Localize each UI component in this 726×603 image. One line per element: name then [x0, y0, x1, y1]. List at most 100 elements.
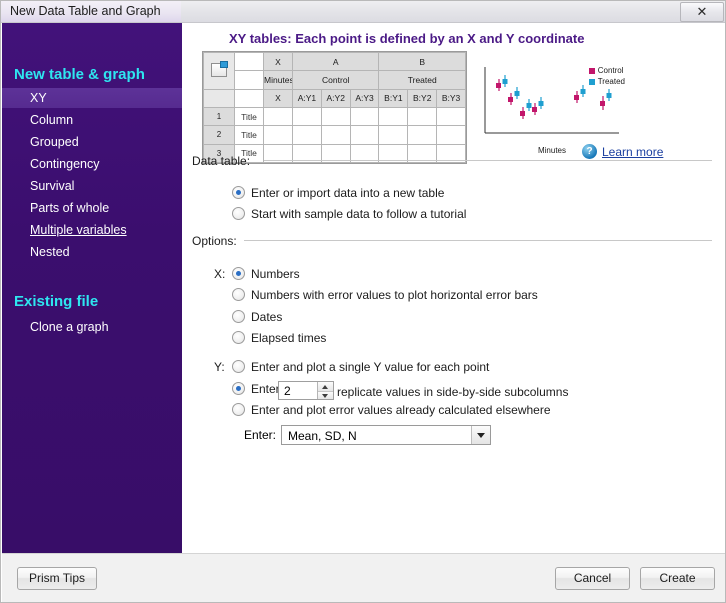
enter-select-label: Enter:	[244, 428, 277, 442]
radio-x-dates[interactable]: Dates	[232, 310, 282, 324]
radio-x-elapsed-times[interactable]: Elapsed times	[232, 331, 326, 345]
radio-label: Enter and plot a single Y value for each…	[251, 360, 490, 374]
prism-tips-button[interactable]: Prism Tips	[17, 567, 97, 590]
data-table-section-rule	[264, 160, 712, 161]
radio-icon	[232, 310, 245, 323]
options-section-label: Options:	[192, 234, 237, 248]
sidebar-item-grouped[interactable]: Grouped	[2, 132, 182, 152]
radio-icon	[232, 267, 245, 280]
row-title: Title	[234, 106, 264, 127]
legend-entry-control: Control	[588, 65, 625, 76]
radio-label: Start with sample data to follow a tutor…	[251, 207, 467, 221]
new-data-table-and-graph-dialog: New Data Table and Graph ✕ New table & g…	[0, 0, 726, 603]
preview-col-header: A:Y3	[349, 88, 380, 108]
stepper-buttons[interactable]	[317, 382, 333, 399]
sidebar-item-clone-a-graph[interactable]: Clone a graph	[2, 317, 182, 337]
sidebar-item-label: Grouped	[30, 135, 79, 149]
sidebar-header-new: New table & graph	[14, 66, 145, 83]
radio-y-single-value[interactable]: Enter and plot a single Y value for each…	[232, 360, 489, 374]
close-button[interactable]: ✕	[680, 2, 724, 22]
row-number: 1	[203, 106, 235, 127]
sidebar-item-nested[interactable]: Nested	[2, 242, 182, 262]
radio-y-replicates[interactable]: Enter	[232, 382, 280, 396]
radio-icon	[232, 403, 245, 416]
radio-label: Dates	[251, 310, 283, 324]
sheet-icon	[211, 60, 228, 77]
sidebar-item-label: Survival	[30, 179, 75, 193]
create-button[interactable]: Create	[640, 567, 715, 590]
radio-label: Numbers	[251, 267, 300, 281]
preview-col-group-b: B	[378, 51, 466, 72]
stepper-increment-button[interactable]	[318, 382, 333, 391]
sidebar-item-survival[interactable]: Survival	[2, 176, 182, 196]
options-section-rule	[244, 240, 712, 241]
preview-col-header: A:Y1	[292, 88, 322, 108]
radio-label: Enter or import data into a new table	[251, 186, 445, 200]
legend-swatch-icon	[588, 78, 595, 85]
radio-x-numbers-with-error-values[interactable]: Numbers with error values to plot horizo…	[232, 288, 538, 302]
replicate-count-stepper[interactable]: 2	[278, 381, 334, 400]
replicate-suffix-label: replicate values in side-by-side subcolu…	[337, 385, 569, 399]
sidebar-item-contingency[interactable]: Contingency	[2, 154, 182, 174]
radio-label: Numbers with error values to plot horizo…	[251, 288, 538, 302]
sidebar: New table & graph XY Column Grouped Cont…	[2, 23, 182, 553]
graph-legend: Control Treated	[588, 65, 625, 87]
data-table-section-label: Data table:	[192, 154, 251, 168]
learn-more-link[interactable]: Learn more	[602, 145, 663, 159]
sidebar-item-label: XY	[30, 91, 47, 105]
sidebar-item-label: Column	[30, 113, 74, 127]
radio-label: Elapsed times	[251, 331, 327, 345]
radio-icon	[232, 382, 245, 395]
cancel-button[interactable]: Cancel	[555, 567, 630, 590]
radio-icon	[232, 360, 245, 373]
stepper-decrement-button[interactable]	[318, 390, 333, 399]
sidebar-item-label: Clone a graph	[30, 320, 109, 334]
window-title: New Data Table and Graph	[10, 4, 161, 18]
legend-label: Treated	[597, 77, 625, 86]
radio-label: Enter	[251, 382, 280, 396]
title-bar: New Data Table and Graph ✕	[1, 1, 725, 23]
preview-col-header: B:Y1	[378, 88, 409, 108]
legend-entry-treated: Treated	[588, 76, 625, 87]
sidebar-item-label: Parts of whole	[30, 201, 110, 215]
radio-enter-or-import-data[interactable]: Enter or import data into a new table	[232, 186, 444, 200]
chevron-up-icon	[322, 385, 328, 389]
sidebar-item-label: Contingency	[30, 157, 100, 171]
sidebar-item-xy[interactable]: XY	[2, 88, 182, 108]
radio-icon	[232, 207, 245, 220]
enter-select[interactable]: Mean, SD, N	[281, 425, 491, 445]
radio-icon	[232, 331, 245, 344]
preview-col-header: A:Y2	[320, 88, 351, 108]
row-number: 2	[203, 125, 235, 145]
y-options-label: Y:	[214, 360, 225, 374]
preview-subheader-minutes: Minutes	[263, 70, 293, 90]
sidebar-item-label: Multiple variables	[30, 223, 127, 237]
help-icon[interactable]: ?	[582, 144, 597, 159]
preview-subheader-treated: Treated	[378, 70, 466, 90]
preview-graph: Control Treated Minutes	[477, 63, 627, 155]
sidebar-item-column[interactable]: Column	[2, 110, 182, 130]
preview-col-header: B:Y3	[436, 88, 466, 108]
chevron-down-icon[interactable]	[471, 426, 490, 444]
preview-col-header: X	[263, 88, 293, 108]
sidebar-item-label: Nested	[30, 245, 70, 259]
enter-select-value: Mean, SD, N	[288, 429, 357, 443]
panel-title: XY tables: Each point is defined by an X…	[229, 31, 585, 46]
preview-col-group-x: X	[263, 51, 293, 72]
legend-swatch-icon	[588, 67, 595, 74]
sidebar-item-multiple-variables[interactable]: Multiple variables	[2, 220, 182, 240]
dialog-footer: Prism Tips Cancel Create	[2, 553, 725, 602]
sidebar-item-parts-of-whole[interactable]: Parts of whole	[2, 198, 182, 218]
replicate-count-value: 2	[284, 384, 291, 398]
chevron-down-icon	[322, 393, 328, 398]
radio-icon	[232, 288, 245, 301]
radio-x-numbers[interactable]: Numbers	[232, 267, 300, 281]
content-panel: XY tables: Each point is defined by an X…	[182, 23, 725, 553]
close-icon: ✕	[696, 4, 708, 19]
preview-col-header: B:Y2	[407, 88, 438, 108]
table-row: 2 Title	[203, 125, 466, 145]
radio-y-error-values-elsewhere[interactable]: Enter and plot error values already calc…	[232, 403, 551, 417]
table-row: 1 Title	[203, 106, 466, 127]
radio-icon	[232, 186, 245, 199]
radio-start-with-sample-data[interactable]: Start with sample data to follow a tutor…	[232, 207, 466, 221]
